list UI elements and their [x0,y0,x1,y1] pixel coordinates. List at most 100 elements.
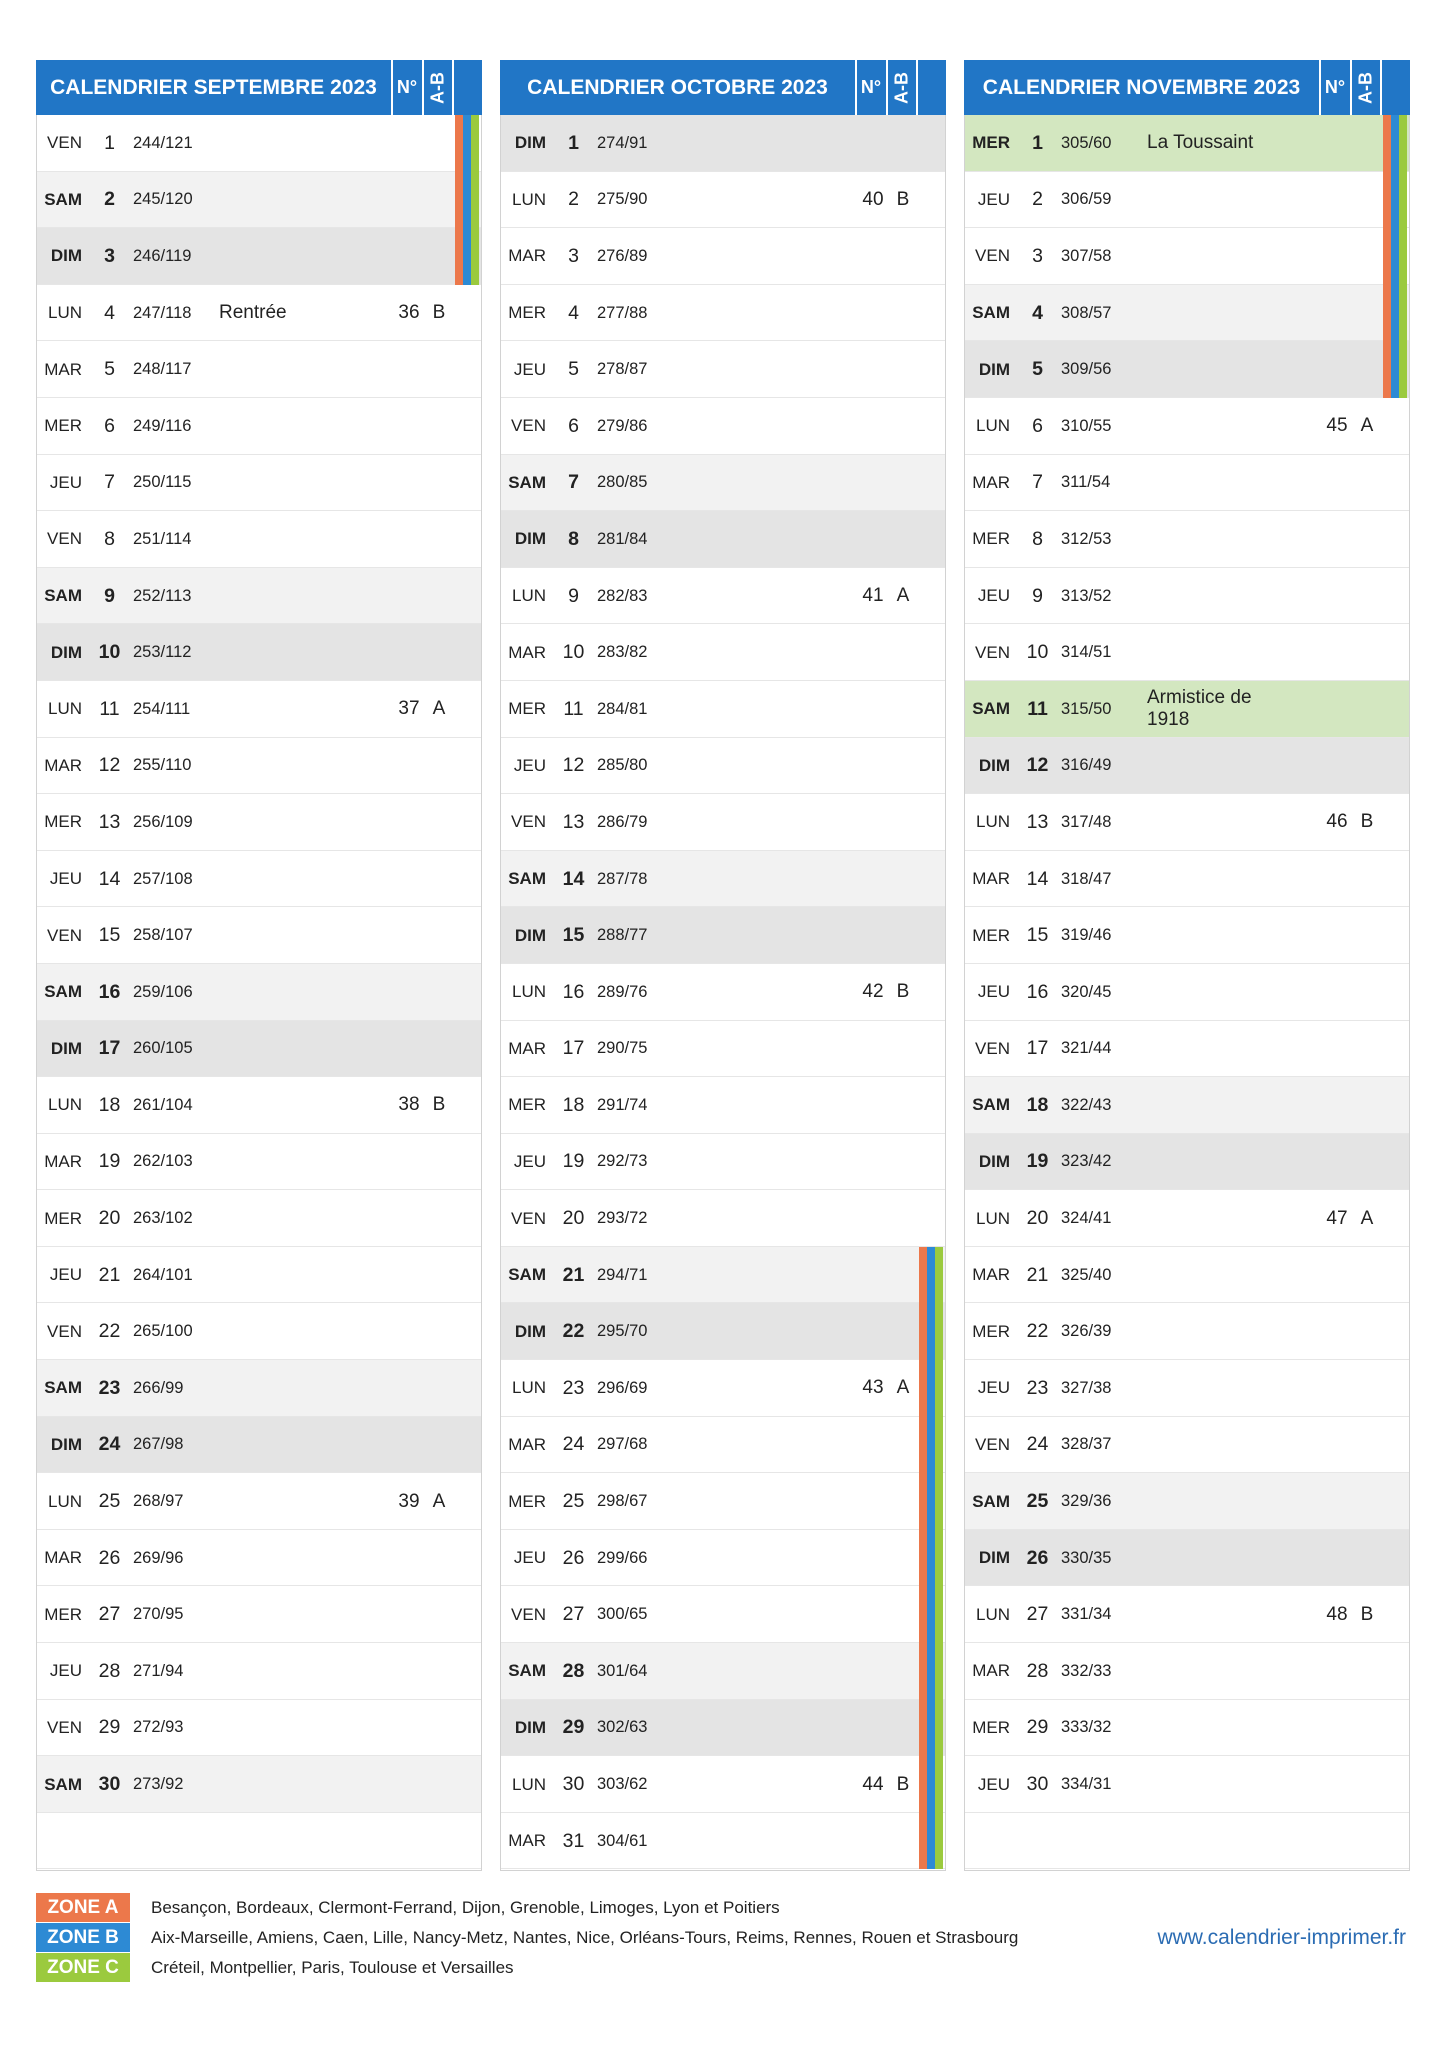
zone-b-holiday-stripe [927,1473,935,1530]
day-of-year: 272/93 [133,1718,184,1737]
day-row: JEU 14 257/108 [37,851,481,908]
day-number: 11 [563,697,584,720]
day-of-year: 331/34 [1061,1605,1112,1624]
day-number: 24 [562,1433,585,1456]
day-name: MAR [508,1831,546,1851]
day-row: SAM 4 308/57 [965,284,1409,342]
day-row: VEN 27 300/65 [501,1586,945,1644]
day-of-year: 278/87 [597,360,648,379]
day-row: MAR 19 262/103 [37,1134,481,1191]
week-ab-letter: B [432,302,446,324]
day-number: 27 [98,1603,121,1626]
zone-c-holiday-stripe [935,1360,943,1417]
week-ab-header-label: A-B [891,71,911,104]
day-number: 21 [98,1263,121,1286]
day-name: MER [972,925,1010,945]
day-of-year: 293/72 [597,1209,648,1228]
day-name: MAR [972,1265,1010,1285]
day-name: VEN [47,1321,82,1341]
zone-c-holiday-stripe [935,1473,943,1530]
day-row: VEN 1 244/121 [37,115,481,172]
day-row: JEU 30 334/31 [965,1756,1409,1813]
day-name: DIM [50,642,82,662]
day-of-year: 311/54 [1061,473,1111,492]
day-number: 19 [98,1150,121,1173]
day-name: DIM [978,1548,1010,1568]
day-name: LUN [975,416,1010,436]
day-row: LUN 18 261/104 38 B [37,1077,481,1134]
day-name: SAM [44,189,82,209]
day-name: LUN [47,699,82,719]
month-column-november: CALENDRIER NOVEMBRE 2023 N° A-B MER 1 305/… [964,60,1410,1871]
zone-a-holiday-stripe [1383,171,1391,229]
week-ab-letter: B [896,1773,910,1795]
day-number: 18 [98,1093,121,1116]
day-number: 20 [98,1207,121,1230]
day-of-year: 250/115 [133,473,192,492]
day-row: DIM 22 295/70 [501,1303,945,1361]
day-row: LUN 25 268/97 39 A [37,1473,481,1530]
zone-c-holiday-stripe [935,1812,943,1870]
day-name: DIM [978,755,1010,775]
day-number: 23 [98,1376,121,1399]
day-name: JEU [513,1151,546,1171]
day-of-year: 262/103 [133,1152,193,1171]
day-name: MER [972,133,1010,153]
week-number: 47 [1326,1207,1348,1229]
day-number: 11 [99,697,120,720]
day-of-year: 304/61 [597,1831,648,1850]
day-of-year: 319/46 [1061,926,1112,945]
day-of-year: 326/39 [1061,1322,1112,1341]
day-of-year: 301/64 [597,1661,648,1680]
zone-b-entry: ZONE B Aix-Marseille, Amiens, Caen, Lill… [36,1923,1036,1952]
week-number: 38 [398,1094,420,1116]
zone-a-holiday-stripe [455,228,463,285]
day-row: VEN 8 251/114 [37,511,481,568]
event-label: Rentrée [219,302,287,324]
day-of-year: 312/53 [1061,529,1112,548]
day-number: 3 [568,244,579,267]
day-number: 22 [98,1320,121,1343]
day-name: LUN [511,982,546,1002]
day-name: LUN [975,812,1010,832]
day-number: 7 [104,471,115,494]
school-holiday-stripes [1383,284,1407,342]
zone-a-badge: ZONE A [36,1893,130,1922]
school-holiday-stripes [1383,171,1407,229]
day-number: 13 [562,810,585,833]
day-row: MER 11 284/81 [501,681,945,738]
school-holiday-stripes [1383,115,1407,172]
zone-a-holiday-stripe [455,171,463,229]
day-name: LUN [47,303,82,323]
day-row: MAR 10 283/82 [501,624,945,681]
day-of-year: 273/92 [133,1775,184,1794]
school-holiday-stripes [455,171,479,229]
day-row: VEN 15 258/107 [37,907,481,964]
day-row: SAM 14 287/78 [501,850,945,908]
day-number: 9 [568,584,579,607]
day-row: JEU 26 299/66 [501,1529,945,1587]
day-number: 30 [1026,1773,1049,1796]
day-number: 10 [98,641,121,664]
day-name: SAM [508,1265,546,1285]
day-row: DIM 12 316/49 [965,737,1409,795]
week-ab-letter: B [432,1094,446,1116]
day-name: VEN [47,1717,82,1737]
day-of-year: 279/86 [597,416,648,435]
day-name: MER [972,529,1010,549]
day-row: DIM 8 281/84 [501,511,945,568]
day-row: DIM 29 302/63 [501,1699,945,1757]
day-number: 13 [98,810,121,833]
day-row: SAM 18 322/43 [965,1077,1409,1134]
day-name: MAR [508,1038,546,1058]
day-number: 20 [1026,1207,1049,1230]
day-of-year: 314/51 [1061,643,1112,662]
day-row: LUN 27 331/34 48 B [965,1586,1409,1643]
week-ab-header: A-B [1351,60,1380,115]
day-name: SAM [508,472,546,492]
day-name: JEU [513,1548,546,1568]
day-of-year: 249/116 [133,416,192,435]
day-row: MER 4 277/88 [501,285,945,342]
day-number: 1 [104,131,115,154]
day-name: SAM [44,1378,82,1398]
